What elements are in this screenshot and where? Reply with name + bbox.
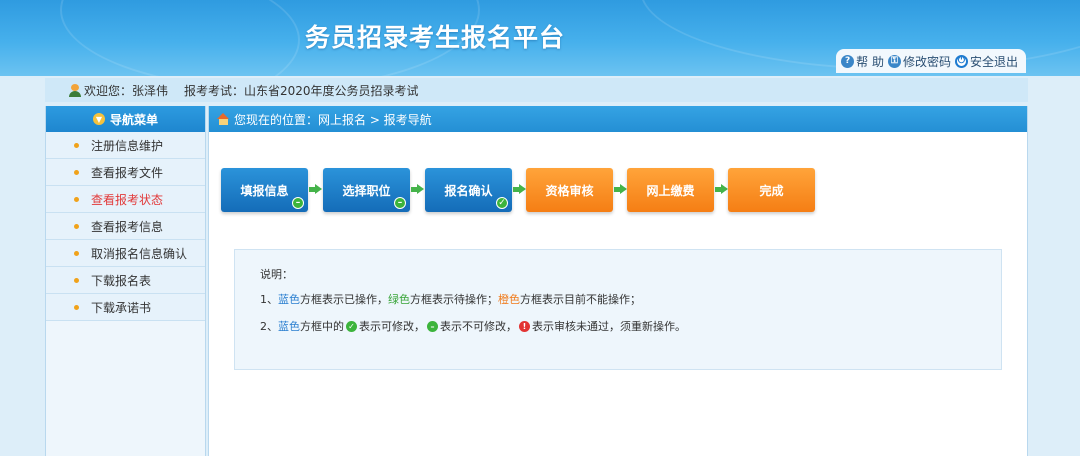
logout-label: 安全退出 xyxy=(969,54,1018,69)
user-info-bar: 欢迎您：张泽伟 报考考试：山东省2020年度公务员招录考试 xyxy=(45,78,1028,102)
step-label: 选择职位 xyxy=(342,183,391,198)
sidebar-item-exam-status[interactable]: 查看报考状态 xyxy=(46,186,205,213)
sidebar-item-label: 查看报考信息 xyxy=(91,219,164,234)
header-toolbar: ? 帮 助 ⚿ 修改密码 ⏻ 安全退出 xyxy=(836,49,1026,73)
sidebar-item-registration-info[interactable]: 注册信息维护 xyxy=(46,132,205,159)
user-icon xyxy=(69,83,81,97)
sidebar-item-cancel-confirmation[interactable]: 取消报名信息确认 xyxy=(46,240,205,267)
chevron-down-icon: ▼ xyxy=(92,113,105,125)
check-icon: ✓ xyxy=(496,197,508,209)
change-password-link[interactable]: ⚿ 修改密码 xyxy=(887,53,951,70)
check-icon: ✓ xyxy=(346,320,357,332)
sidebar-item-label: 查看报考状态 xyxy=(91,192,164,207)
blue-keyword: 蓝色 xyxy=(278,320,300,333)
step-label: 填报信息 xyxy=(240,183,289,198)
instructions-box: 说明： 1、 蓝色 方框表示已操作， 绿色 方框表示待操作； 橙色 方框表示目前… xyxy=(234,249,1002,370)
step-label: 报名确认 xyxy=(444,183,493,198)
header-banner: 务员招录考生报名平台 ? 帮 助 ⚿ 修改密码 ⏻ 安全退出 xyxy=(0,0,1080,76)
instruction-text: 表示不可修改， xyxy=(440,320,517,333)
logout-link[interactable]: ⏻ 安全退出 xyxy=(954,53,1018,70)
sidebar-item-label: 注册信息维护 xyxy=(91,138,164,153)
sidebar-item-download-pledge[interactable]: 下载承诺书 xyxy=(46,294,205,321)
line-number: 1、 xyxy=(260,293,278,306)
minus-icon: – xyxy=(427,320,438,332)
sidebar-item-exam-files[interactable]: 查看报考文件 xyxy=(46,159,205,186)
arrow-right-icon xyxy=(513,184,526,195)
key-icon: ⚿ xyxy=(887,54,901,68)
sidebar-item-label: 下载承诺书 xyxy=(91,300,152,315)
main-panel: 您现在的位置：网上报名 > 报考导航 填报信息 – 选择职位 – 报名确认 ✓ … xyxy=(208,106,1028,456)
step-confirm[interactable]: 报名确认 ✓ xyxy=(425,168,512,212)
arrow-right-icon xyxy=(309,184,322,195)
help-icon: ? xyxy=(841,54,855,68)
change-password-label: 修改密码 xyxy=(902,54,951,69)
orange-keyword: 橙色 xyxy=(498,293,520,306)
help-label: 帮 助 xyxy=(856,54,884,69)
sidebar-header: ▼ 导航菜单 xyxy=(46,106,205,132)
step-complete: 完成 xyxy=(728,168,815,212)
instructions-line-2: 2、 蓝色 方框中的 ✓ 表示可修改， – 表示不可修改， ! 表示审核未通过，… xyxy=(260,316,1001,336)
not-editable-icon: – xyxy=(394,197,406,209)
sidebar-item-download-form[interactable]: 下载报名表 xyxy=(46,267,205,294)
instruction-text: 方框表示待操作； xyxy=(410,293,498,306)
step-label: 完成 xyxy=(759,183,784,198)
instructions-title: 说明： xyxy=(260,268,293,281)
alert-icon: ! xyxy=(519,320,530,332)
sidebar-item-label: 下载报名表 xyxy=(91,273,152,288)
instruction-text: 表示审核未通过，须重新操作。 xyxy=(532,320,686,333)
step-label: 网上缴费 xyxy=(646,183,695,198)
step-qualification-review: 资格审核 xyxy=(526,168,613,212)
green-keyword: 绿色 xyxy=(388,293,410,306)
breadcrumb-text: 您现在的位置：网上报名 > 报考导航 xyxy=(234,112,432,127)
site-title: 务员招录考生报名平台 xyxy=(305,23,566,52)
arrow-right-icon xyxy=(614,184,627,195)
power-icon: ⏻ xyxy=(954,54,968,68)
blue-keyword: 蓝色 xyxy=(278,293,300,306)
not-editable-icon: – xyxy=(292,197,304,209)
arrow-right-icon xyxy=(715,184,728,195)
welcome-text: 欢迎您：张泽伟 xyxy=(84,83,169,98)
sidebar-title: 导航菜单 xyxy=(109,112,158,127)
sidebar-item-exam-info[interactable]: 查看报考信息 xyxy=(46,213,205,240)
step-label: 资格审核 xyxy=(545,183,594,198)
step-fill-info[interactable]: 填报信息 – xyxy=(221,168,308,212)
exam-text: 报考考试：山东省2020年度公务员招录考试 xyxy=(184,83,419,98)
instruction-text: 表示可修改， xyxy=(359,320,425,333)
instruction-text: 方框中的 xyxy=(300,320,344,333)
step-select-position[interactable]: 选择职位 – xyxy=(323,168,410,212)
home-icon xyxy=(217,113,230,125)
instruction-text: 方框表示目前不能操作； xyxy=(520,293,641,306)
sidebar-item-label: 查看报考文件 xyxy=(91,165,164,180)
arrow-right-icon xyxy=(411,184,424,195)
instructions-line-1: 1、 蓝色 方框表示已操作， 绿色 方框表示待操作； 橙色 方框表示目前不能操作… xyxy=(260,289,1001,309)
sidebar-nav: ▼ 导航菜单 注册信息维护 查看报考文件 查看报考状态 查看报考信息 取消报名信… xyxy=(45,106,206,456)
step-online-payment: 网上缴费 xyxy=(627,168,714,212)
instruction-text: 方框表示已操作， xyxy=(300,293,388,306)
help-link[interactable]: ? 帮 助 xyxy=(841,53,884,70)
sidebar-item-label: 取消报名信息确认 xyxy=(91,246,188,261)
line-number: 2、 xyxy=(260,320,278,333)
breadcrumb: 您现在的位置：网上报名 > 报考导航 xyxy=(209,106,1027,132)
